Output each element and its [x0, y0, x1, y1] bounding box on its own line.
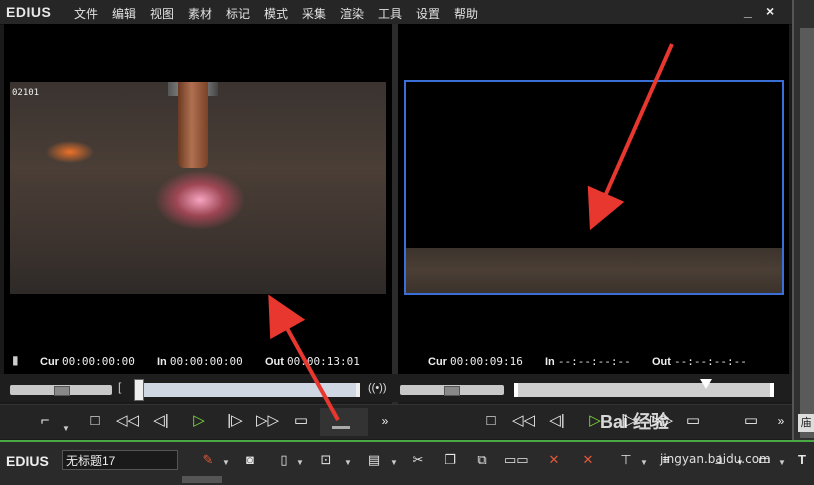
- arrow-to-source-frame: [268, 294, 340, 421]
- arrow-to-record-frame: [587, 43, 674, 231]
- annotation-arrows: [268, 43, 674, 421]
